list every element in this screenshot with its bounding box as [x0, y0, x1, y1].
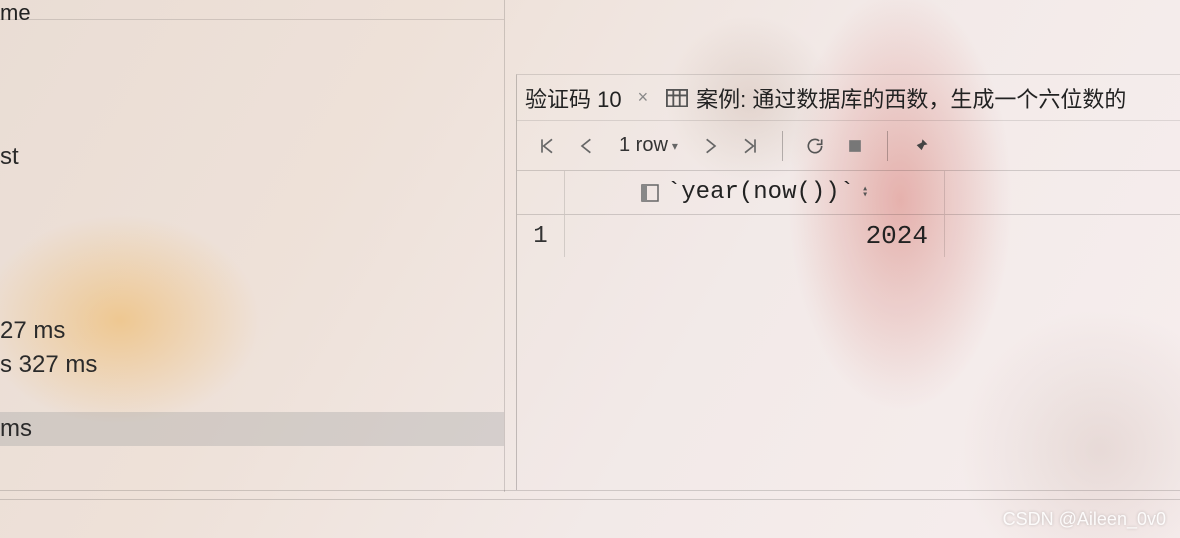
row-count-dropdown[interactable]: 1 row ▾	[609, 134, 688, 157]
separator	[782, 131, 783, 161]
last-page-button[interactable]	[732, 128, 768, 164]
stop-button[interactable]	[837, 128, 873, 164]
column-icon	[641, 184, 659, 202]
pin-button[interactable]	[902, 128, 938, 164]
watermark: CSDN @Aileen_0v0	[1003, 509, 1166, 530]
left-timing-a: 27 ms	[0, 314, 504, 348]
tab-label: 验证码 10	[525, 82, 622, 114]
row-count-label: 1 row	[619, 134, 668, 157]
close-icon[interactable]: ×	[630, 87, 657, 108]
tab-verification-code[interactable]: 验证码 10 ×	[525, 82, 656, 114]
column-name: `year(now())`	[667, 179, 854, 206]
prev-page-button[interactable]	[569, 128, 605, 164]
grid-column-header[interactable]: `year(now())` ▴▾	[565, 171, 945, 214]
grid-header-row: `year(now())` ▴▾	[517, 171, 1180, 215]
left-item[interactable]: st	[0, 140, 504, 174]
table-icon	[666, 89, 688, 107]
result-toolbar: 1 row ▾	[517, 121, 1180, 171]
tab-label: 案例: 通过数据库的西数，生成一个六位数的	[696, 82, 1126, 114]
sort-icon[interactable]: ▴▾	[862, 187, 868, 199]
left-console-pane: me st 27 ms s 327 ms ms	[0, 0, 505, 492]
result-pane: 验证码 10 × 案例: 通过数据库的西数，生成一个六位数的 1 row ▾	[516, 74, 1180, 490]
left-timing-b: s 327 ms	[0, 348, 504, 382]
chevron-down-icon: ▾	[672, 139, 678, 153]
first-page-button[interactable]	[529, 128, 565, 164]
left-timing-selected[interactable]: ms	[0, 412, 504, 446]
table-row[interactable]: 1 2024	[517, 215, 1180, 257]
column-header-fragment: me	[0, 0, 31, 25]
bottom-border	[0, 490, 1180, 500]
grid-gutter-header	[517, 171, 565, 214]
next-page-button[interactable]	[692, 128, 728, 164]
refresh-button[interactable]	[797, 128, 833, 164]
tab-case-example[interactable]: 案例: 通过数据库的西数，生成一个六位数的	[666, 82, 1126, 114]
separator	[887, 131, 888, 161]
row-number: 1	[517, 215, 565, 257]
cell-value[interactable]: 2024	[565, 215, 945, 257]
result-tabs: 验证码 10 × 案例: 通过数据库的西数，生成一个六位数的	[517, 75, 1180, 121]
